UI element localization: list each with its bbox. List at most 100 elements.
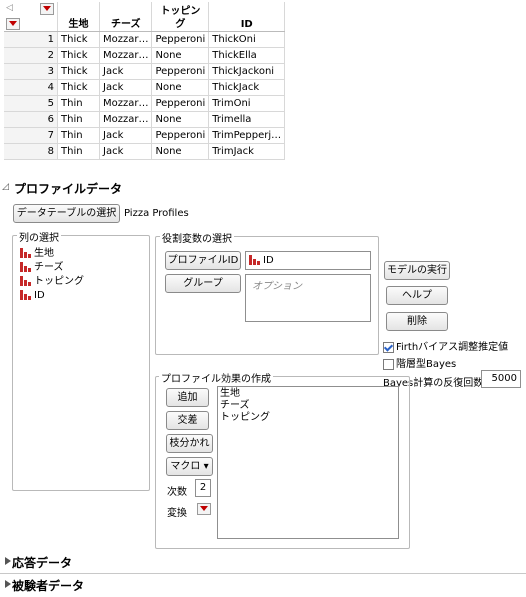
cell-dough[interactable]: Thick [57, 47, 100, 64]
column-item-cheese[interactable]: チーズ [17, 261, 84, 275]
profile-data-header[interactable]: ◿ プロファイルデータ [0, 178, 526, 197]
cell-topping[interactable]: None [151, 143, 210, 160]
cell-cheese[interactable]: Mozzar… [99, 111, 153, 128]
effect-item[interactable]: チーズ [220, 400, 398, 412]
cell-cheese[interactable]: Mozzar… [99, 47, 153, 64]
delete-button[interactable]: 削除 [386, 312, 448, 331]
group-button[interactable]: グループ [165, 274, 241, 293]
cell-cheese[interactable]: Jack [99, 143, 153, 160]
transform-label: 変換 [167, 508, 187, 519]
rows-menu-icon[interactable] [6, 18, 20, 30]
column-item-topping[interactable]: トッピング [17, 275, 84, 289]
row-number[interactable]: 7 [4, 127, 58, 144]
disclosure-closed-icon[interactable] [5, 557, 11, 565]
row-number[interactable]: 3 [4, 63, 58, 80]
cell-topping[interactable]: Pepperoni [151, 95, 210, 112]
column-list: 生地 チーズ トッピング ID [17, 247, 84, 303]
cell-id[interactable]: ThickOni [208, 31, 286, 48]
table-row[interactable]: 5 Thin Mozzar… Pepperoni TrimOni [4, 95, 286, 112]
col-header-cheese[interactable]: チーズ [99, 2, 153, 32]
table-row[interactable]: 8 Thin Jack None TrimJack [4, 143, 286, 160]
col-header-topping[interactable]: トッピング [151, 2, 210, 32]
table-menu-icon[interactable] [40, 3, 54, 15]
row-number[interactable]: 4 [4, 79, 58, 96]
cell-dough[interactable]: Thin [57, 95, 100, 112]
cell-id[interactable]: ThickJackoni [208, 63, 286, 80]
row-number[interactable]: 1 [4, 31, 58, 48]
cell-topping[interactable]: None [151, 47, 210, 64]
cell-dough[interactable]: Thin [57, 143, 100, 160]
cell-id[interactable]: ThickJack [208, 79, 286, 96]
table-row[interactable]: 3 Thick Jack Pepperoni ThickJackoni [4, 63, 286, 80]
nest-button[interactable]: 枝分かれ [166, 434, 213, 453]
cell-cheese[interactable]: Jack [99, 79, 153, 96]
cell-cheese[interactable]: Mozzar… [99, 95, 153, 112]
add-button[interactable]: 追加 [166, 388, 209, 407]
cell-dough[interactable]: Thin [57, 127, 100, 144]
col-header-id[interactable]: ID [208, 2, 286, 32]
cell-topping[interactable]: Pepperoni [151, 63, 210, 80]
group-field[interactable]: オプション [245, 274, 371, 322]
cell-topping[interactable]: Pepperoni [151, 31, 210, 48]
cross-button[interactable]: 交差 [166, 411, 209, 430]
table-row[interactable]: 4 Thick Jack None ThickJack [4, 79, 286, 96]
column-item-id[interactable]: ID [17, 289, 84, 303]
column-item-dough[interactable]: 生地 [17, 247, 84, 261]
table-row[interactable]: 6 Thin Mozzar… None Trimella [4, 111, 286, 128]
table-row[interactable]: 1 Thick Mozzar… Pepperoni ThickOni [4, 31, 286, 48]
run-model-button[interactable]: モデルの実行 [384, 261, 450, 280]
data-table: ◁ 生地 チーズ トッピング ID 1 Thick Mozzar… Pepperoni… [4, 2, 286, 160]
hierarchical-bayes-checkbox[interactable] [383, 358, 394, 370]
cell-id[interactable]: TrimPepperj… [208, 127, 286, 144]
cell-id[interactable]: TrimOni [208, 95, 286, 112]
cell-topping[interactable]: None [151, 111, 210, 128]
firth-option[interactable]: Firthバイアス調整推定値 [383, 338, 508, 353]
help-button[interactable]: ヘルプ [386, 286, 448, 305]
role-variable-label: 役割変数の選択 [160, 230, 234, 245]
profile-data-title: プロファイルデータ [14, 182, 123, 196]
profile-id-button[interactable]: プロファイルID [165, 251, 241, 270]
bayes-iterations-input[interactable]: 5000 [481, 370, 521, 388]
effects-list[interactable]: 生地 チーズ トッピング [217, 386, 399, 539]
cell-dough[interactable]: Thick [57, 63, 100, 80]
cell-cheese[interactable]: Jack [99, 63, 153, 80]
disclosure-closed-icon[interactable] [5, 580, 11, 588]
cell-dough[interactable]: Thin [57, 111, 100, 128]
degree-input[interactable]: 2 [195, 479, 211, 497]
hierarchical-bayes-option[interactable]: 階層型Bayes [383, 355, 456, 370]
row-number[interactable]: 5 [4, 95, 58, 112]
cell-cheese[interactable]: Mozzar… [99, 31, 153, 48]
row-number[interactable]: 2 [4, 47, 58, 64]
response-data-title: 応答データ [12, 556, 73, 570]
nominal-icon [249, 255, 260, 265]
firth-checkbox[interactable] [383, 341, 394, 353]
row-number[interactable]: 6 [4, 111, 58, 128]
cell-id[interactable]: ThickElla [208, 47, 286, 64]
cell-id[interactable]: Trimella [208, 111, 286, 128]
table-header-row: ◁ 生地 チーズ トッピング ID [4, 2, 286, 32]
subject-data-header[interactable]: 被験者データ [0, 575, 526, 594]
macro-button[interactable]: マクロ ▾ [166, 457, 213, 476]
table-row[interactable]: 7 Thin Jack Pepperoni TrimPepperj… [4, 127, 286, 144]
col-header-dough[interactable]: 生地 [57, 2, 100, 32]
profile-id-field[interactable]: ID [245, 251, 371, 270]
effect-item[interactable]: 生地 [220, 388, 398, 400]
row-header-corner[interactable]: ◁ [4, 2, 58, 32]
table-row[interactable]: 2 Thick Mozzar… None ThickElla [4, 47, 286, 64]
nominal-icon [20, 290, 31, 300]
transform-menu-icon[interactable] [197, 503, 211, 515]
row-number[interactable]: 8 [4, 143, 58, 160]
cell-cheese[interactable]: Jack [99, 127, 153, 144]
cell-topping[interactable]: None [151, 79, 210, 96]
disclosure-open-icon[interactable]: ◿ [2, 182, 9, 192]
cell-topping[interactable]: Pepperoni [151, 127, 210, 144]
collapse-arrow-icon[interactable]: ◁ [6, 2, 13, 15]
cell-dough[interactable]: Thick [57, 79, 100, 96]
cell-dough[interactable]: Thick [57, 31, 100, 48]
response-data-header[interactable]: 応答データ [0, 552, 526, 571]
nominal-icon [20, 248, 31, 258]
cell-id[interactable]: TrimJack [208, 143, 286, 160]
select-data-table-button[interactable]: データテーブルの選択 [13, 204, 120, 223]
effect-item[interactable]: トッピング [220, 412, 398, 424]
